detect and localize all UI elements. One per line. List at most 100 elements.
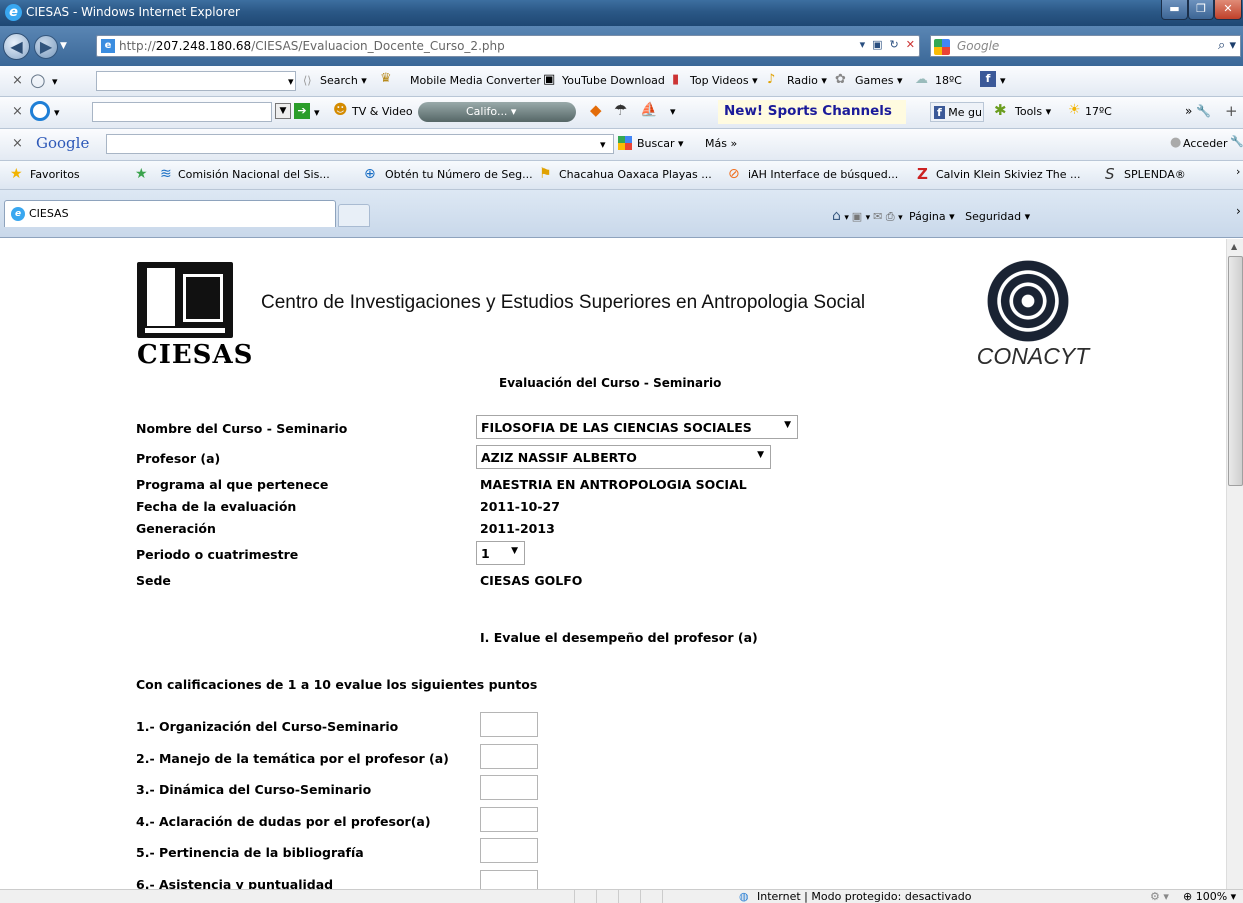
- home-icon[interactable]: ⌂: [832, 208, 841, 224]
- home-dropdown-icon[interactable]: ▾: [844, 213, 851, 223]
- favorite-item-6[interactable]: SPLENDA®: [1124, 168, 1186, 181]
- toolbar2-dropdown-button[interactable]: ▼: [275, 103, 291, 119]
- periodo-select[interactable]: 1 ▼: [476, 541, 525, 565]
- search-icon[interactable]: ○: [30, 70, 46, 91]
- facebook-dropdown-icon[interactable]: ▾: [1000, 74, 1006, 87]
- youtube-download[interactable]: YouTube Download: [562, 74, 665, 87]
- weather-temp[interactable]: 18ºC: [935, 74, 962, 87]
- favorite-item-5[interactable]: Calvin Klein Skiviez The ...: [936, 168, 1081, 181]
- facebook-icon[interactable]: f: [980, 71, 996, 87]
- feeds-dropdown-icon[interactable]: ▾: [866, 213, 873, 223]
- question-3-input[interactable]: [480, 775, 538, 800]
- sun-icon: ☀: [1068, 102, 1081, 118]
- tv-video[interactable]: TV & Video: [352, 105, 413, 118]
- tab-row: e CIESAS ⌂ ▾ ▣ ▾ ✉ ⎙ ▾ Página ▾ Segurida…: [0, 190, 1243, 238]
- google-search-input[interactable]: [106, 134, 614, 154]
- generacion-label: Generación: [136, 521, 216, 536]
- stop-icon[interactable]: ✕: [902, 38, 915, 51]
- print-icon[interactable]: ⎙: [886, 210, 898, 223]
- scroll-up-icon[interactable]: ▲: [1231, 242, 1237, 251]
- tabrow-overflow-icon[interactable]: ›: [1236, 204, 1241, 218]
- mail-icon[interactable]: ✉: [873, 210, 886, 223]
- top-videos[interactable]: Top Videos ▾: [690, 74, 758, 87]
- security-menu[interactable]: Seguridad ▾: [958, 210, 1030, 223]
- acceder-button[interactable]: Acceder: [1183, 137, 1227, 150]
- tab-ciesas[interactable]: e CIESAS: [4, 200, 336, 227]
- sports-channels-link[interactable]: New! Sports Channels: [718, 100, 906, 124]
- add-favorite-icon[interactable]: ★: [135, 166, 148, 182]
- toolbar2-go-dropdown-icon[interactable]: ▾: [314, 106, 320, 119]
- radio-player[interactable]: Califo... ▾: [418, 102, 576, 122]
- question-5-input[interactable]: [480, 838, 538, 863]
- favorite-item-1[interactable]: Comisión Nacional del Sis...: [178, 168, 330, 181]
- favorite-item-4[interactable]: iAH Interface de búsqued...: [748, 168, 898, 181]
- tools-menu[interactable]: Tools ▾: [1015, 105, 1051, 118]
- address-dropdown-icon[interactable]: ▾: [860, 38, 866, 51]
- zoom-control[interactable]: ⊕ 100% ▾: [1183, 890, 1236, 903]
- games-menu[interactable]: Games ▾: [855, 74, 903, 87]
- toolbar2-close-icon[interactable]: ×: [12, 104, 23, 119]
- profesor-select-value: AZIZ NASSIF ALBERTO: [481, 450, 637, 465]
- history-dropdown-icon[interactable]: ▼: [60, 41, 67, 51]
- scrollbar-thumb[interactable]: [1228, 256, 1243, 486]
- toolbar-search-input[interactable]: [96, 71, 296, 91]
- question-1-input[interactable]: [480, 712, 538, 737]
- curso-select[interactable]: FILOSOFIA DE LAS CIENCIAS SOCIALES ▼: [476, 415, 798, 439]
- favorite-item-2[interactable]: Obtén tu Número de Seg...: [385, 168, 533, 181]
- favorite-item-3[interactable]: Chacahua Oaxaca Playas ...: [559, 168, 712, 181]
- facebook-like-button[interactable]: f Me gu: [930, 102, 984, 122]
- profesor-select[interactable]: AZIZ NASSIF ALBERTO ▼: [476, 445, 771, 469]
- address-bar[interactable]: e http://207.248.180.68/CIESAS/Evaluacio…: [96, 35, 920, 57]
- page-menu[interactable]: Página ▾: [905, 210, 955, 223]
- weather-temp-2[interactable]: 17ºC: [1085, 105, 1112, 118]
- maximize-button[interactable]: ❐: [1188, 0, 1214, 20]
- go-button[interactable]: ➔: [294, 103, 310, 119]
- question-1-label: 1.- Organización del Curso-Seminario: [136, 719, 399, 734]
- forward-button[interactable]: ▶: [34, 35, 58, 59]
- close-button[interactable]: ✕: [1214, 0, 1242, 20]
- search-magnifier-icon[interactable]: ⌕ ▾: [1218, 38, 1236, 53]
- mobile-media-converter[interactable]: Mobile Media Converter: [410, 74, 541, 87]
- ie-logo-icon: e: [5, 4, 22, 21]
- toolbar1-close-icon[interactable]: ×: [12, 73, 23, 88]
- back-button[interactable]: ◀: [3, 33, 30, 60]
- add-icon[interactable]: +: [1225, 102, 1238, 120]
- sports-dropdown-icon[interactable]: ▾: [670, 105, 676, 118]
- toolbar3-close-icon[interactable]: ×: [12, 136, 23, 151]
- compatibility-icon[interactable]: ▣: [869, 38, 882, 51]
- fecha-label: Fecha de la evaluación: [136, 499, 297, 514]
- vertical-scrollbar[interactable]: ▲: [1226, 239, 1243, 889]
- protected-mode-icon[interactable]: ⚙ ▾: [1150, 890, 1169, 903]
- favorites-overflow-icon[interactable]: ›: [1236, 165, 1240, 178]
- refresh-icon[interactable]: ↻: [886, 38, 899, 51]
- question-2-input[interactable]: [480, 744, 538, 769]
- toolbar2-search-input[interactable]: [92, 102, 272, 122]
- google-search-dropdown-icon[interactable]: ▾: [600, 138, 606, 151]
- favorites-button[interactable]: Favoritos: [30, 168, 80, 181]
- periodo-label: Periodo o cuatrimestre: [136, 547, 299, 562]
- url-text[interactable]: http://207.248.180.68/CIESAS/Evaluacion_…: [119, 39, 505, 53]
- question-4-input[interactable]: [480, 807, 538, 832]
- status-divider: [596, 890, 597, 903]
- minimize-button[interactable]: ▬: [1161, 0, 1188, 20]
- radio-menu[interactable]: Radio ▾: [787, 74, 827, 87]
- google-settings-icon[interactable]: 🔧: [1230, 135, 1243, 148]
- search-engine-dropdown-icon[interactable]: ▾: [52, 75, 58, 88]
- toolbar2-logo-dropdown-icon[interactable]: ▾: [54, 106, 60, 119]
- mas-button[interactable]: Más »: [705, 137, 737, 150]
- toolbar-search-button[interactable]: Search ▾: [320, 74, 367, 87]
- tools-gear-icon: ✱: [994, 101, 1007, 119]
- search-box[interactable]: Google ⌕ ▾: [930, 35, 1241, 57]
- feeds-icon[interactable]: ▣: [852, 210, 866, 223]
- new-tab-button[interactable]: [338, 204, 370, 227]
- address-row: ◀ ▶ ▼ e http://207.248.180.68/CIESAS/Eva…: [0, 26, 1243, 66]
- app-icon-2[interactable]: ☂: [614, 101, 627, 119]
- question-6-input[interactable]: [480, 870, 538, 889]
- toolbar2-logo-icon: [30, 101, 50, 121]
- toolbar-search-dropdown-icon[interactable]: ▾: [288, 75, 294, 88]
- google-search-icon: [934, 39, 950, 55]
- zone-status[interactable]: Internet | Modo protegido: desactivado: [757, 890, 971, 903]
- buscar-button[interactable]: Buscar ▾: [637, 137, 684, 150]
- more-chevron-icon[interactable]: » 🔧: [1185, 104, 1211, 118]
- app-icon-1[interactable]: ◆: [590, 101, 602, 119]
